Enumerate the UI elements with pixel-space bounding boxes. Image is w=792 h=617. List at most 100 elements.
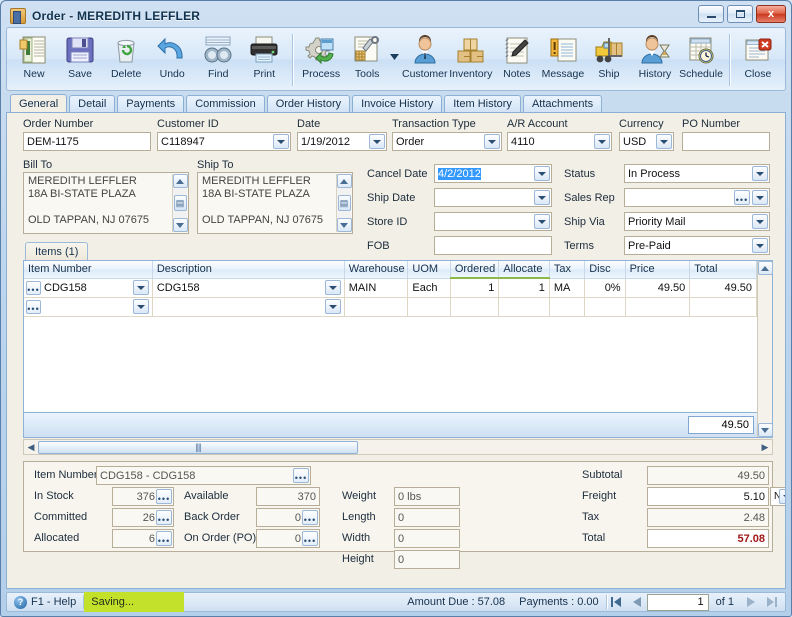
page-number-input[interactable]: 1 (646, 593, 709, 611)
status-combo[interactable]: In Process (624, 164, 770, 183)
col-warehouse[interactable]: Warehouse (344, 261, 409, 279)
toolbar-button-tools[interactable]: Tools (344, 31, 390, 89)
cell-disc[interactable]: 0% (584, 278, 626, 298)
store-id-combo[interactable] (434, 212, 552, 231)
cell-uom[interactable]: Each (407, 278, 451, 298)
chevron-down-icon[interactable] (752, 238, 768, 253)
col-disc[interactable]: Disc (584, 261, 626, 279)
col-ordered[interactable]: Ordered (450, 261, 500, 279)
table-row[interactable]: ••• CDG158 CDG158 MAIN Each 1 1 MA 0% 49… (24, 278, 757, 298)
chevron-down-icon[interactable] (779, 489, 785, 504)
subtab-items[interactable]: Items (1) (25, 242, 89, 260)
tools-dropdown-caret-icon[interactable] (390, 53, 402, 62)
bill-to-scrollbar[interactable]: ▤ (172, 174, 188, 232)
toolbar-button-process[interactable]: Process (298, 31, 344, 89)
minimize-button[interactable] (698, 5, 724, 23)
detail-item-number-field[interactable]: CDG158 - CDG158 ••• (96, 466, 311, 485)
item-lookup-icon[interactable]: ••• (26, 299, 41, 314)
col-price[interactable]: Price (625, 261, 691, 279)
scroll-up-icon[interactable] (757, 261, 773, 275)
freight-field[interactable]: 5.10 (647, 487, 769, 506)
sales-rep-lookup-icon[interactable]: ••• (734, 190, 750, 205)
toolbar-button-new[interactable]: New (11, 31, 57, 89)
cell-tax[interactable] (549, 297, 586, 317)
scrollbar-thumb[interactable]: ▤ (337, 195, 351, 211)
first-record-button[interactable] (607, 594, 627, 610)
scroll-left-icon[interactable]: ◀ (24, 442, 38, 453)
chevron-down-icon[interactable] (656, 134, 672, 149)
chevron-down-icon[interactable] (534, 166, 550, 181)
on-order-po-lookup-icon[interactable]: ••• (302, 531, 318, 546)
chevron-down-icon[interactable] (132, 280, 149, 295)
cell-disc[interactable] (584, 297, 626, 317)
width-field[interactable]: 0 (394, 529, 460, 548)
chevron-down-icon[interactable] (324, 299, 341, 314)
back-order-lookup-icon[interactable]: ••• (302, 510, 318, 525)
scroll-up-icon[interactable] (336, 174, 352, 188)
toolbar-button-ship[interactable]: Ship (586, 31, 632, 89)
chevron-down-icon[interactable] (273, 134, 289, 149)
toolbar-button-save[interactable]: Save (57, 31, 103, 89)
ship-via-combo[interactable]: Priority Mail (624, 212, 770, 231)
chevron-down-icon[interactable] (752, 214, 768, 229)
in-stock-lookup-icon[interactable]: ••• (156, 489, 172, 504)
col-allocate[interactable]: Allocate (498, 261, 550, 279)
cell-price[interactable] (625, 297, 691, 317)
items-grid-hscrollbar[interactable]: ◀ |||| ▶ (23, 439, 773, 455)
cell-total[interactable]: 49.50 (689, 278, 757, 298)
last-record-button[interactable] (761, 594, 781, 610)
tab-general[interactable]: General (10, 94, 68, 112)
currency-combo[interactable]: USD (619, 132, 674, 151)
cell-allocate[interactable]: 1 (498, 278, 550, 298)
tab-commission[interactable]: Commission (186, 95, 265, 112)
allocated-lookup-icon[interactable]: ••• (156, 531, 172, 546)
tab-invoice-history[interactable]: Invoice History (352, 95, 443, 112)
length-field[interactable]: 0 (394, 508, 460, 527)
sales-rep-combo[interactable]: ••• (624, 188, 770, 207)
maximize-button[interactable] (727, 5, 753, 23)
customer-id-combo[interactable]: C118947 (157, 132, 291, 151)
chevron-down-icon[interactable] (534, 190, 550, 205)
ship-date-combo[interactable] (434, 188, 552, 207)
chevron-down-icon[interactable] (369, 134, 385, 149)
chevron-down-icon[interactable] (752, 190, 768, 205)
ar-account-combo[interactable]: 4110 (507, 132, 612, 151)
chevron-down-icon[interactable] (324, 280, 341, 295)
item-lookup-icon[interactable]: ••• (293, 468, 309, 483)
tab-order-history[interactable]: Order History (266, 95, 351, 112)
scroll-down-icon[interactable] (336, 218, 352, 232)
toolbar-button-undo[interactable]: Undo (149, 31, 195, 89)
cell-uom[interactable] (407, 297, 451, 317)
po-number-input[interactable] (682, 132, 770, 151)
chevron-down-icon[interactable] (594, 134, 610, 149)
tab-attachments[interactable]: Attachments (522, 95, 603, 112)
toolbar-button-close[interactable]: Close (735, 31, 781, 89)
date-combo[interactable]: 1/19/2012 (297, 132, 387, 151)
scroll-down-icon[interactable] (172, 218, 188, 232)
col-tax[interactable]: Tax (549, 261, 586, 279)
cell-warehouse[interactable]: MAIN (344, 278, 409, 298)
cell-ordered[interactable]: 1 (450, 278, 500, 298)
toolbar-button-customer[interactable]: Customer (402, 31, 448, 89)
previous-record-button[interactable] (627, 594, 647, 610)
ship-to-scrollbar[interactable]: ▤ (336, 174, 352, 232)
height-field[interactable]: 0 (394, 550, 460, 569)
cell-total[interactable] (689, 297, 757, 317)
scrollbar-thumb[interactable]: ▤ (173, 195, 187, 211)
toolbar-button-inventory[interactable]: Inventory (448, 31, 494, 89)
toolbar-button-history[interactable]: History (632, 31, 678, 89)
col-item-number[interactable]: Item Number (24, 261, 153, 279)
cell-item-number[interactable]: ••• CDG158 (24, 278, 153, 298)
chevron-down-icon[interactable] (132, 299, 149, 314)
bill-to-address[interactable]: MEREDITH LEFFLER 18A BI-STATE PLAZA OLD … (23, 172, 189, 234)
toolbar-button-message[interactable]: Message (540, 31, 586, 89)
cell-description[interactable] (152, 297, 345, 317)
terms-combo[interactable]: Pre-Paid (624, 236, 770, 255)
cell-description[interactable]: CDG158 (152, 278, 345, 298)
weight-field[interactable]: 0 lbs (394, 487, 460, 506)
toolbar-button-find[interactable]: Find (195, 31, 241, 89)
cell-allocate[interactable] (498, 297, 550, 317)
col-description[interactable]: Description (152, 261, 345, 279)
order-number-input[interactable]: DEM-1175 (23, 132, 151, 151)
tab-payments[interactable]: Payments (117, 95, 185, 112)
